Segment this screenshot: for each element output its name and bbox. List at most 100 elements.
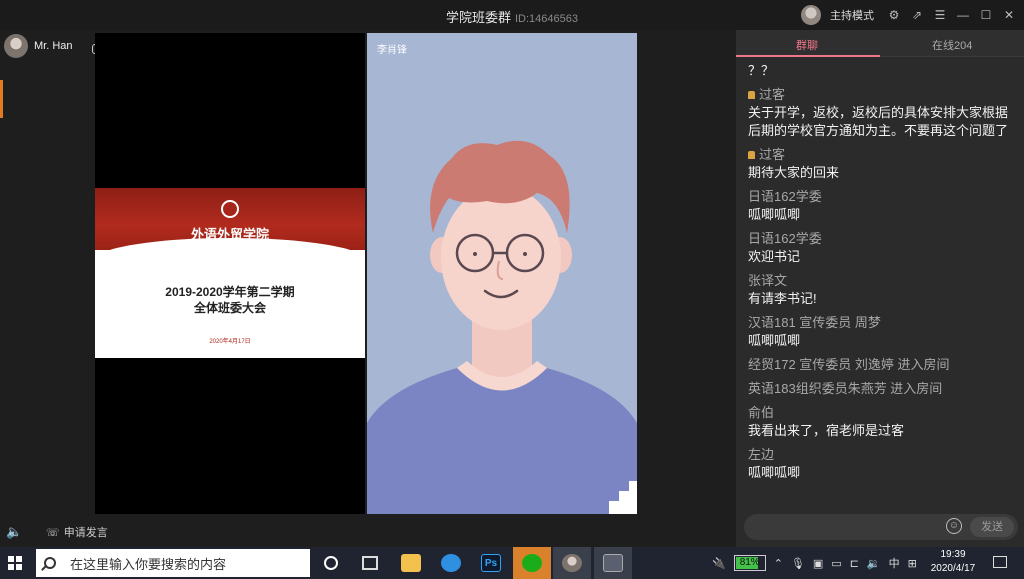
emoji-icon[interactable]: ☺ (946, 518, 962, 534)
current-user[interactable]: Mr. Han (4, 34, 73, 58)
photoshop-icon: Ps (481, 554, 501, 572)
send-button[interactable]: 发送 (970, 517, 1014, 537)
app-tray-icon[interactable]: ▣ (813, 557, 823, 570)
taskbar-search-box[interactable]: 在这里输入你要搜索的内容 (36, 549, 310, 577)
speaker-icon[interactable]: 🔈 (6, 524, 22, 540)
message-text: 我看出来了，宿老师是过客 (748, 423, 905, 438)
taskbar-app-wechat[interactable] (513, 547, 551, 579)
ime-label[interactable]: 中 (889, 555, 900, 571)
room-id: ID:14646563 (515, 13, 578, 25)
system-tray: 🔌 81% ⌃ 🎙 ▣ ▭ ⊏ 🔉 中 ⊞ (712, 547, 917, 579)
message-list: ？？ 过客 关于开学，返校，返校后的具体安排大家根据后期的学校官方通知为主。不要… (748, 62, 1018, 488)
folder-icon (401, 554, 421, 572)
side-tab-handle[interactable] (0, 80, 3, 118)
message-text: 期待大家的回来 (748, 165, 840, 180)
power-plug-icon: 🔌 (712, 557, 726, 570)
chat-input[interactable]: ☺ 发送 (744, 514, 1018, 540)
wechat-icon (522, 554, 542, 572)
apply-speak-button[interactable]: ☏ 申请发言 (46, 524, 108, 540)
presentation-slide: 外语外贸学院 2019-2020学年第二学期 全体班委大会 2020年4月17日 (95, 188, 365, 358)
cortana-icon[interactable] (324, 556, 338, 570)
maximize-icon[interactable]: ☐ (979, 8, 993, 22)
list-item: 俞伯 我看出来了，宿老师是过客 (748, 404, 1018, 440)
chat-tabs: 群聊 在线204 (736, 30, 1024, 57)
windows-taskbar: 在这里输入你要搜索的内容 Ps 🔌 81% ⌃ 🎙 ▣ ▭ ⊏ 🔉 中 ⊞ 19… (0, 547, 1024, 579)
active-tab-indicator (736, 55, 880, 57)
message-sender: 日语162学委 (748, 231, 822, 246)
search-placeholder: 在这里输入你要搜索的内容 (70, 556, 227, 572)
battery-body: 81% (733, 555, 766, 571)
avatar-app-icon (562, 554, 582, 572)
title-bar-controls: 主持模式 ⚙ ⇗ ☰ — ☐ ✕ (801, 5, 1016, 25)
search-icon (44, 557, 56, 569)
avatar-illustration (367, 140, 637, 514)
notification-icon[interactable] (993, 556, 1007, 568)
network-icon[interactable]: ⊏ (850, 557, 859, 570)
title-bar: 学院班委群 ID:14646563 主持模式 ⚙ ⇗ ☰ — ☐ ✕ (0, 0, 1024, 30)
message-text: 呱唧呱唧 (748, 465, 801, 480)
stage-bottom-bar: 🔈 ☏ 申请发言 (0, 516, 735, 546)
message-text: 呱唧呱唧 (748, 333, 801, 348)
taskbar-clock[interactable]: 19:39 2020/4/17 (928, 548, 978, 576)
window-title: 学院班委群 (445, 10, 511, 25)
classin-icon (603, 554, 623, 572)
battery-indicator[interactable]: 81% (733, 555, 766, 571)
slide-school-name: 外语外贸学院 (190, 227, 269, 242)
message-sender: 左边 (748, 447, 775, 462)
volume-icon[interactable]: 🔉 (867, 557, 881, 570)
slide-date: 2020年4月17日 (209, 339, 251, 345)
taskbar-app-clock[interactable] (432, 547, 470, 579)
host-avatar[interactable] (801, 5, 821, 25)
slide-title-line2: 全体班委大会 (193, 301, 266, 315)
list-item: 过客 关于开学，返校，返校后的具体安排大家根据后期的学校官方通知为主。不要再这个… (748, 86, 1018, 140)
keyboard-icon[interactable]: ⊞ (908, 557, 917, 570)
list-item: 过客 期待大家的回来 (748, 146, 1018, 182)
message-sender: 俞伯 (748, 405, 775, 420)
teacher-badge-icon (748, 151, 755, 159)
list-item: 日语162学委 呱唧呱唧 (748, 188, 1018, 224)
microphone-tray-icon[interactable]: 🎙 (791, 557, 805, 570)
chevron-up-icon[interactable]: ⌃ (774, 557, 783, 570)
apply-speak-label: 申请发言 (63, 527, 108, 539)
menu-icon[interactable]: ☰ (933, 8, 947, 22)
clock-icon (441, 554, 461, 572)
list-item: 张译文 有请李书记! (748, 272, 1018, 308)
message-text: 有请李书记! (748, 291, 817, 306)
tab-online-list[interactable]: 在线204 (932, 37, 972, 53)
school-logo (221, 200, 239, 218)
participant-video-panel: 李肖锋 (367, 33, 637, 514)
taskbar-app-file-explorer[interactable] (392, 547, 430, 579)
message-text: 呱唧呱唧 (748, 207, 801, 222)
message-sender: 过客 (748, 86, 1018, 104)
settings-icon[interactable]: ⚙ (887, 8, 901, 22)
minimize-icon[interactable]: — (956, 8, 970, 22)
message-sender: 张译文 (748, 273, 788, 288)
task-view-icon[interactable] (362, 556, 378, 570)
list-item: 左边 呱唧呱唧 (748, 446, 1018, 482)
external-link-icon[interactable]: ⇗ (910, 8, 924, 22)
message-sender: 日语162学委 (748, 189, 822, 204)
taskbar-app-classin[interactable] (594, 547, 632, 579)
clock-date: 2020/4/17 (930, 563, 976, 574)
message-sender: 汉语181 宣传委员 周梦 (748, 315, 881, 330)
app-window: 学院班委群 ID:14646563 主持模式 ⚙ ⇗ ☰ — ☐ ✕ Mr. Ha… (0, 0, 1024, 547)
message-text: 欢迎书记 (748, 249, 801, 264)
join-notice: 英语183组织委员朱燕芳 进入房间 (748, 381, 943, 396)
close-icon[interactable]: ✕ (1002, 8, 1016, 22)
user-avatar (4, 34, 28, 58)
taskbar-app-avatar[interactable] (553, 547, 591, 579)
tab-group-chat[interactable]: 群聊 (796, 37, 818, 53)
sender-name: 过客 (759, 147, 786, 162)
battery-tray-icon[interactable]: ▭ (831, 557, 841, 570)
list-item: ？？ (748, 62, 1018, 80)
clock-time: 19:39 (940, 549, 966, 560)
teacher-badge-icon (748, 91, 755, 99)
shared-screen-panel: 外语外贸学院 2019-2020学年第二学期 全体班委大会 2020年4月17日 (95, 33, 365, 514)
message-text: ？？ (748, 63, 775, 78)
join-notice: 经贸172 宣传委员 刘逸婷 进入房间 (748, 357, 950, 372)
message-sender: 过客 (748, 146, 1018, 164)
list-item: 汉语181 宣传委员 周梦 呱唧呱唧 (748, 314, 1018, 350)
host-mode-label[interactable]: 主持模式 (830, 7, 874, 23)
windows-start-icon[interactable] (8, 556, 22, 570)
taskbar-app-photoshop[interactable]: Ps (472, 547, 510, 579)
